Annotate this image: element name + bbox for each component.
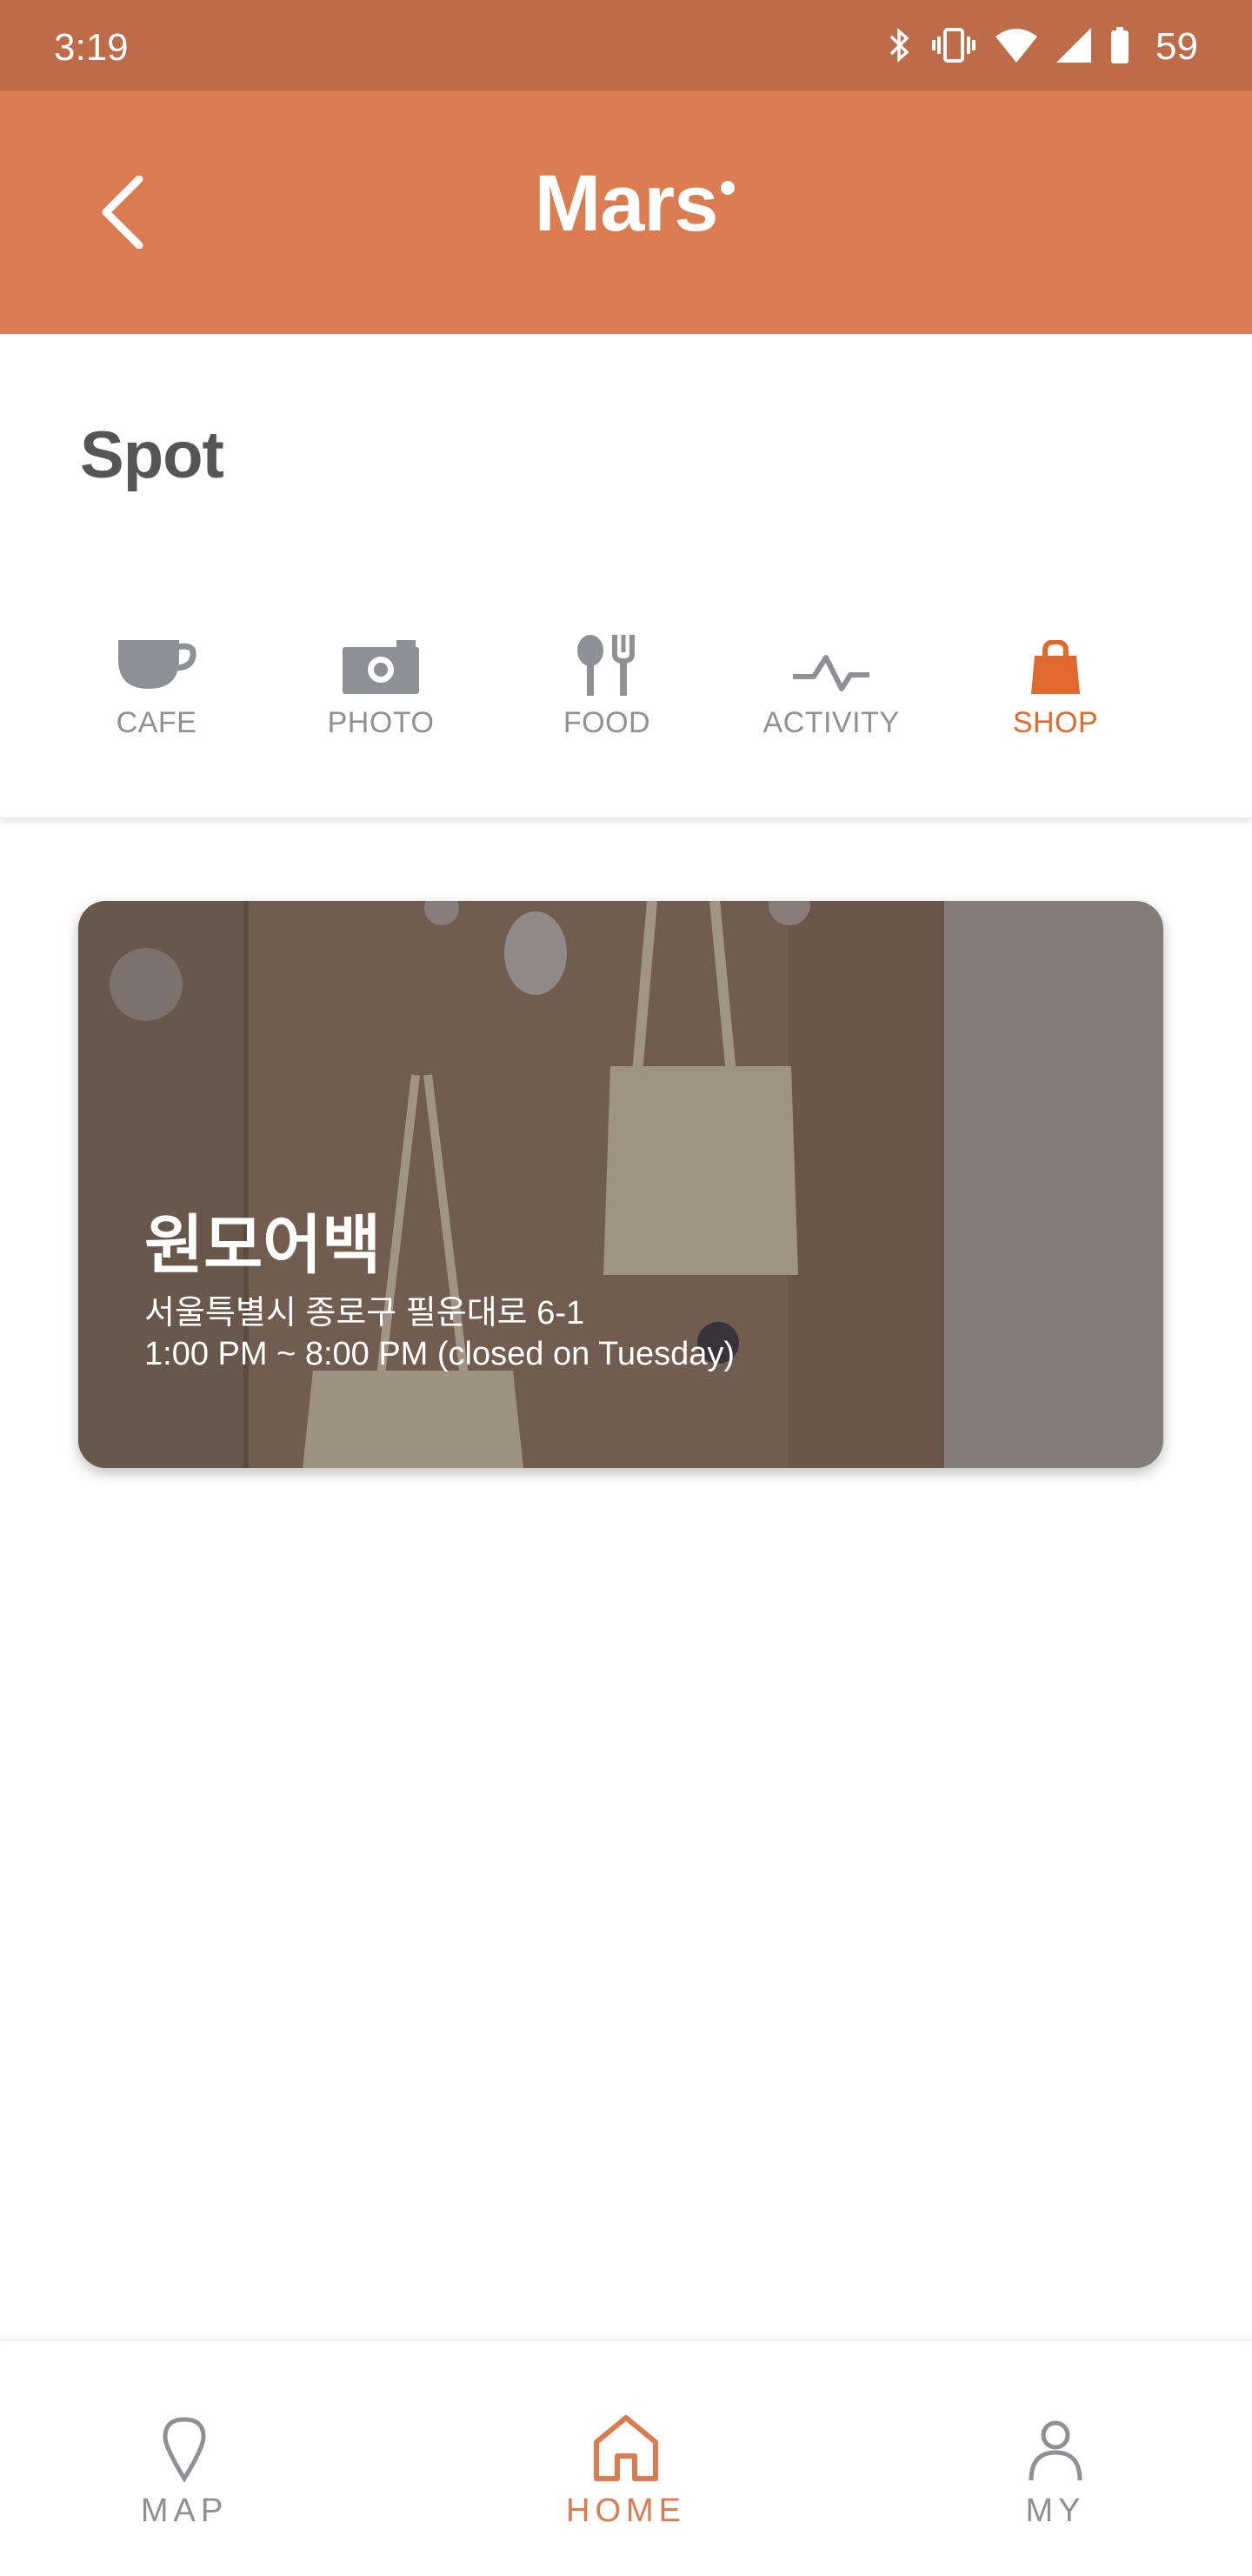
battery-level: 59 xyxy=(1155,25,1198,68)
nav-label: MAP xyxy=(140,2493,229,2529)
category-tab-food[interactable]: FOOD xyxy=(511,612,703,769)
category-label: FOOD xyxy=(563,706,651,739)
map-pin-icon xyxy=(71,2406,297,2482)
spot-section: Spot CAFE PHOTO FOOD ACTIVITY SHOP xyxy=(0,334,1252,819)
home-icon xyxy=(513,2406,739,2482)
nav-label: MY xyxy=(1025,2493,1086,2529)
card-title: 원모어백 xyxy=(144,1209,382,1281)
nav-item-home[interactable]: HOME xyxy=(513,2406,739,2553)
category-tab-shop[interactable]: SHOP xyxy=(960,612,1151,769)
vibrate-icon xyxy=(931,26,976,69)
app-bar: Mars xyxy=(0,90,1252,334)
coffee-cup-icon xyxy=(61,612,252,696)
section-heading: Spot xyxy=(80,418,224,492)
status-time: 3:19 xyxy=(54,26,129,69)
title-dot-decoration xyxy=(721,181,735,195)
status-bar: 3:19 59 xyxy=(0,0,1252,90)
status-icons: 59 xyxy=(888,23,1198,71)
nav-label: HOME xyxy=(566,2493,686,2529)
category-label: ACTIVITY xyxy=(763,706,900,739)
battery-icon xyxy=(1110,26,1129,68)
card-address: 서울특별시 종로구 필운대로 6-1 xyxy=(144,1295,585,1331)
card-hours: 1:00 PM ~ 8:00 PM (closed on Tuesday) xyxy=(144,1336,736,1372)
camera-icon xyxy=(285,612,476,696)
nav-item-my[interactable]: MY xyxy=(942,2406,1169,2553)
category-label: CAFE xyxy=(116,706,197,739)
category-tab-photo[interactable]: PHOTO xyxy=(285,612,476,769)
cell-signal-icon xyxy=(1056,27,1092,67)
person-icon xyxy=(942,2406,1169,2482)
category-tab-cafe[interactable]: CAFE xyxy=(61,612,252,769)
spot-card[interactable]: 원모어백 서울특별시 종로구 필운대로 6-1 1:00 PM ~ 8:00 P… xyxy=(78,901,1163,1468)
utensils-icon xyxy=(511,612,703,696)
wifi-icon xyxy=(996,28,1038,67)
category-tab-activity[interactable]: ACTIVITY xyxy=(736,612,927,769)
category-label: PHOTO xyxy=(327,706,435,739)
nav-item-map[interactable]: MAP xyxy=(71,2406,297,2553)
activity-pulse-icon xyxy=(736,612,927,696)
card-overlay xyxy=(78,901,1163,1468)
category-label: SHOP xyxy=(1012,706,1099,739)
bottom-navigation: MAP HOME MY xyxy=(0,2339,1252,2576)
shopping-bag-icon xyxy=(960,612,1151,696)
app-title: Mars xyxy=(534,159,719,248)
bluetooth-icon xyxy=(888,26,912,69)
